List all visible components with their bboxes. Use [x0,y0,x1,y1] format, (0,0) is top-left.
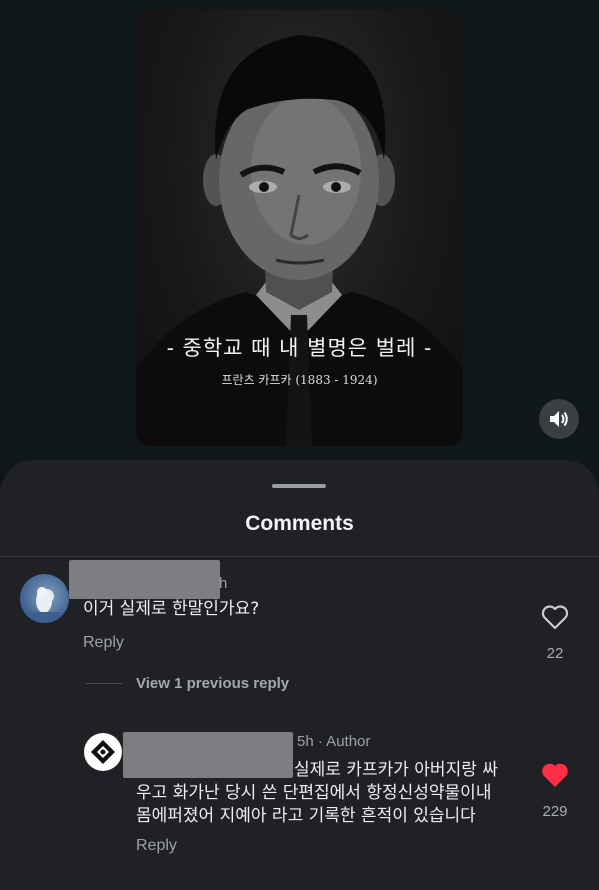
comments-sheet: Comments h 이거 실제로 한말인가요? Reply 22 View 1… [0,460,599,890]
username-redacted [69,560,220,599]
avatar[interactable] [20,574,69,623]
username-redacted [123,732,293,778]
sound-button[interactable] [539,399,579,439]
author-logo-icon [91,740,115,764]
like-count: 229 [542,803,568,820]
video-area: - 중학교 때 내 별명은 벌레 - 프란츠 카프카 (1883 - 1924) [0,0,599,470]
author-avatar[interactable] [84,733,122,771]
video-quote-author: 프란츠 카프카 (1883 - 1924) [221,373,378,387]
video-quote: - 중학교 때 내 별명은 벌레 - [166,336,433,360]
video-player[interactable]: - 중학교 때 내 별명은 벌레 - 프란츠 카프카 (1883 - 1924) [136,10,463,446]
comment-text: 이거 실제로 한말인가요? [83,599,260,619]
reply-text-line1: 실제로 카프카가 아버지랑 싸 [294,760,498,780]
view-previous-replies[interactable]: View 1 previous reply [136,675,289,692]
heart-filled-icon[interactable] [541,762,569,788]
comments-title: Comments [245,512,354,535]
like-count: 22 [546,645,564,662]
reply-button[interactable]: Reply [136,837,177,855]
sheet-drag-handle[interactable] [272,484,326,488]
divider [0,556,599,557]
reply-text-line2: 우고 화가난 당시 쓴 단편집에서 항정신성약물이내 [136,783,492,803]
reply-text-line3: 몸에퍼졌어 지예아 라고 기록한 흔적이 있습니다 [136,806,476,826]
heart-icon[interactable] [541,604,569,630]
thread-line [86,683,122,684]
reply-meta: 5h · Author [297,733,371,750]
speaker-icon [550,411,568,427]
comment-time: h [219,575,228,592]
reply-button[interactable]: Reply [83,634,124,652]
avatar-image [20,587,69,623]
